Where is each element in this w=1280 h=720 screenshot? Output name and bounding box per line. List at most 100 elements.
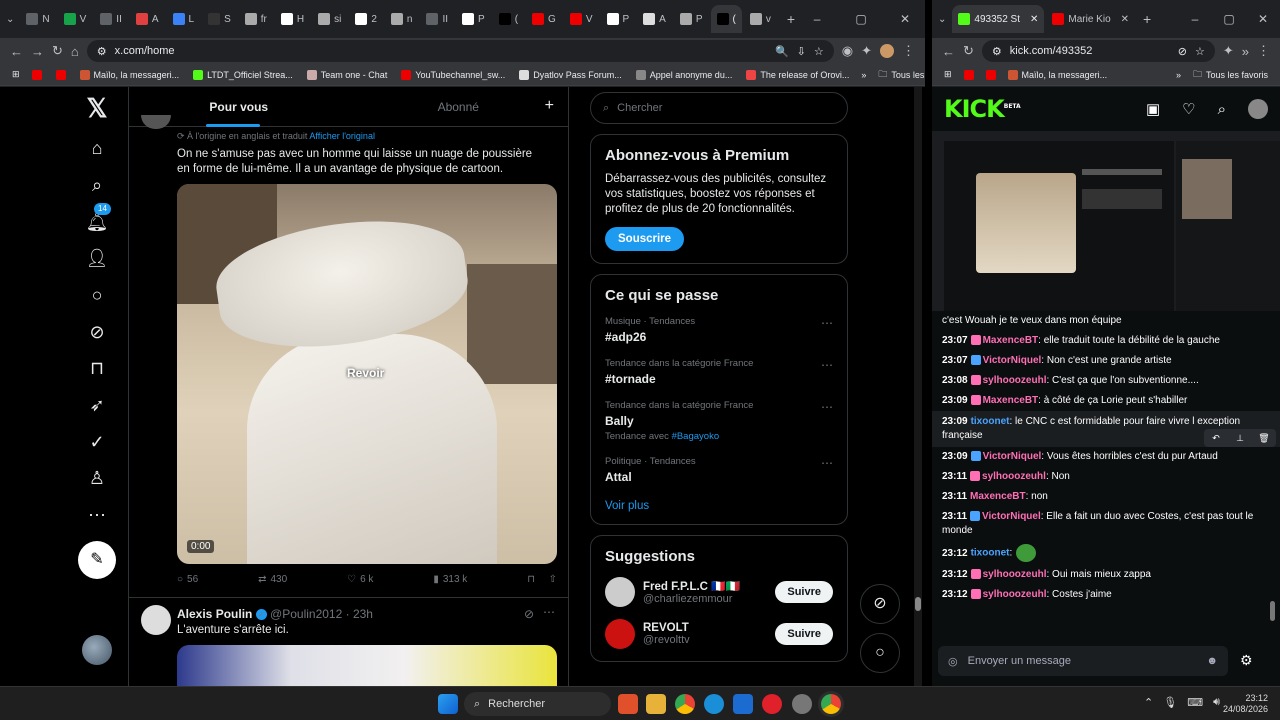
browser-tab[interactable]: ( — [493, 5, 524, 33]
mic-icon[interactable]: 🎙︎ — [1163, 696, 1177, 709]
more-icon[interactable]: ⋯ — [543, 605, 555, 619]
browser-tab[interactable]: 493352 St ✕ — [952, 5, 1045, 33]
start-icon[interactable] — [438, 694, 458, 714]
browser-tab[interactable]: H — [275, 5, 310, 33]
store-icon[interactable] — [733, 694, 753, 714]
chat-username[interactable]: MaxenceBT — [983, 335, 1039, 346]
pin-icon[interactable]: ⊥ — [1228, 429, 1252, 447]
chat-message[interactable]: 23:09 VictorNiquel: Vous êtes horribles c… — [942, 447, 1270, 467]
see-more-link[interactable]: Voir plus — [605, 500, 833, 512]
new-tab-button[interactable]: + — [787, 11, 795, 27]
reply-icon[interactable]: ↶ — [1204, 429, 1228, 447]
chat-username[interactable]: sylhooozeuhl — [983, 589, 1047, 600]
show-original-link[interactable]: Afficher l'original — [309, 131, 375, 141]
alexis-avatar[interactable] — [141, 605, 171, 635]
repost-button[interactable]: ⇄ 430 — [258, 574, 287, 585]
more-nav-icon[interactable]: ⋯ — [84, 502, 110, 528]
volume-icon[interactable]: 🔊︎ — [1213, 696, 1220, 709]
bookmark-item[interactable]: Dyatlov Pass Forum... — [519, 69, 622, 80]
browser-tab[interactable]: II — [420, 5, 454, 33]
chrome-active-icon[interactable] — [821, 694, 841, 714]
minimize-button[interactable]: – — [795, 12, 839, 26]
bookmark-item[interactable]: Appel anonyme du... — [635, 69, 732, 80]
brave-icon[interactable] — [618, 694, 638, 714]
tab-following[interactable]: Abonné — [349, 100, 569, 114]
more-icon[interactable]: ⋯ — [821, 456, 833, 470]
menu-icon[interactable]: ⋮ — [902, 43, 915, 59]
chat-message[interactable]: c'est Wouah je te veux dans mon équipe — [942, 311, 1270, 331]
chat-username[interactable]: sylhooozeuhl — [983, 569, 1047, 580]
chat-message[interactable]: 23:11 VictorNiquel: Elle a fait un duo av… — [942, 507, 1270, 541]
chat-settings-icon[interactable]: ⚙ — [1240, 652, 1253, 669]
grok-icon[interactable]: ⊘ — [524, 607, 534, 621]
suggestion-display-name[interactable]: Fred F.P.L.C 🇫🇷🇮🇹 — [643, 579, 767, 593]
browser-tab[interactable]: V — [564, 5, 599, 33]
clock[interactable]: 23:12 24/08/2026 — [1220, 693, 1268, 715]
scrollbar[interactable] — [914, 87, 922, 686]
bookmark-item[interactable]: YouTubechannel_sw... — [401, 69, 505, 80]
browser-tab[interactable]: si — [312, 5, 347, 33]
subscribe-button[interactable]: Souscrire — [605, 227, 685, 251]
chevron-up-icon[interactable]: ⌃ — [1144, 696, 1153, 709]
emoji-icon[interactable]: ☻ — [1206, 655, 1218, 667]
opera-icon[interactable] — [762, 694, 782, 714]
profile-avatar[interactable] — [880, 44, 894, 58]
home-icon[interactable]: ⌂ — [71, 44, 79, 59]
chat-message[interactable]: 23:12 tixoonet: — [942, 541, 1270, 565]
views-button[interactable]: ▮ 313 k — [433, 574, 467, 585]
browser-tab[interactable]: v — [744, 5, 777, 33]
chat-message[interactable]: 23:07 MaxenceBT: elle traduit toute la dé… — [942, 331, 1270, 351]
x-logo-icon[interactable]: 𝕏 — [84, 95, 110, 121]
back-icon[interactable]: ← — [10, 44, 23, 59]
reload-icon[interactable]: ↻ — [52, 43, 63, 59]
browser-tab[interactable]: G — [526, 5, 562, 33]
browser-tab[interactable]: n — [385, 5, 419, 33]
browser-tab[interactable]: N — [20, 5, 55, 33]
browser-tab[interactable]: P — [674, 5, 709, 33]
bookmark-item[interactable]: LTDT_Officiel Strea... — [193, 69, 293, 80]
close-window-button-right[interactable]: ✕ — [1246, 12, 1280, 26]
puzzle-icon[interactable]: ✦ — [861, 43, 872, 59]
more-icon[interactable]: ⋯ — [821, 400, 833, 414]
profile-nav-icon[interactable]: ♙ — [84, 465, 110, 491]
install-icon[interactable]: ⇩ — [797, 45, 806, 58]
browser-tab[interactable]: L — [167, 5, 201, 33]
tweet-video[interactable]: Revoir 0:00 — [177, 184, 557, 564]
follow-nav-icon[interactable]: 👤︎ — [84, 245, 110, 271]
network-icon[interactable]: ⌨ — [1187, 696, 1203, 709]
bookmark-item[interactable]: Maïlo, la messageri... — [79, 69, 179, 80]
zoom-icon[interactable]: 🔍 — [775, 45, 789, 58]
eye-off-icon[interactable]: ⊘ — [1178, 45, 1187, 58]
forward-icon[interactable]: → — [31, 44, 44, 59]
browser-tab[interactable]: Marie Kio ✕ — [1046, 5, 1135, 33]
browser-tab[interactable]: 2 — [349, 5, 383, 33]
compose-post-button[interactable]: ✎ — [78, 541, 116, 579]
heart-icon[interactable]: ♡ — [1182, 100, 1195, 118]
follow-button[interactable]: Suivre — [775, 581, 833, 603]
clip-icon[interactable]: ▣ — [1146, 100, 1160, 118]
star-icon[interactable]: ☆ — [1195, 45, 1205, 58]
browser-tab[interactable]: ( — [710, 5, 742, 33]
chat-message[interactable]: 23:09 tixoonet: le CNC c est formidable p… — [932, 411, 1280, 447]
more-icon[interactable]: ⋯ — [821, 316, 833, 330]
messages-float-icon[interactable]: ○ — [860, 633, 900, 673]
browser-tab[interactable]: P — [601, 5, 636, 33]
home-nav-icon[interactable]: ⌂ — [84, 135, 110, 161]
chat-username[interactable]: VictorNiquel — [983, 355, 1042, 366]
address-bar-right[interactable]: ⚙ kick.com/493352 ⊘ ☆ — [981, 40, 1215, 62]
settings-icon[interactable] — [792, 694, 812, 714]
kick-logo[interactable]: KICKBETA — [944, 95, 1021, 123]
chat-message[interactable]: 23:07 VictorNiquel: Non c'est une grande … — [942, 351, 1270, 371]
reload-icon[interactable]: ↻ — [963, 43, 974, 59]
more-tabs-icon[interactable]: » — [1242, 44, 1249, 59]
verified-nav-icon[interactable]: ✓ — [84, 429, 110, 455]
trend-item[interactable]: Tendance dans la catégorie France Bally Te… — [605, 400, 833, 442]
browser-tab[interactable]: V — [58, 5, 93, 33]
browser-tab[interactable]: fr — [239, 5, 273, 33]
chat-message[interactable]: 23:08 sylhooozeuhl: C'est ça que l'on sub… — [942, 371, 1270, 391]
address-bar[interactable]: ⚙ x.com/home 🔍 ⇩ ☆ — [86, 40, 834, 62]
rocket-nav-icon[interactable]: ➶ — [84, 392, 110, 418]
follow-button[interactable]: Suivre — [775, 623, 833, 645]
extension-icon[interactable]: ◉ — [842, 43, 853, 59]
bookmark-item[interactable] — [31, 69, 42, 80]
